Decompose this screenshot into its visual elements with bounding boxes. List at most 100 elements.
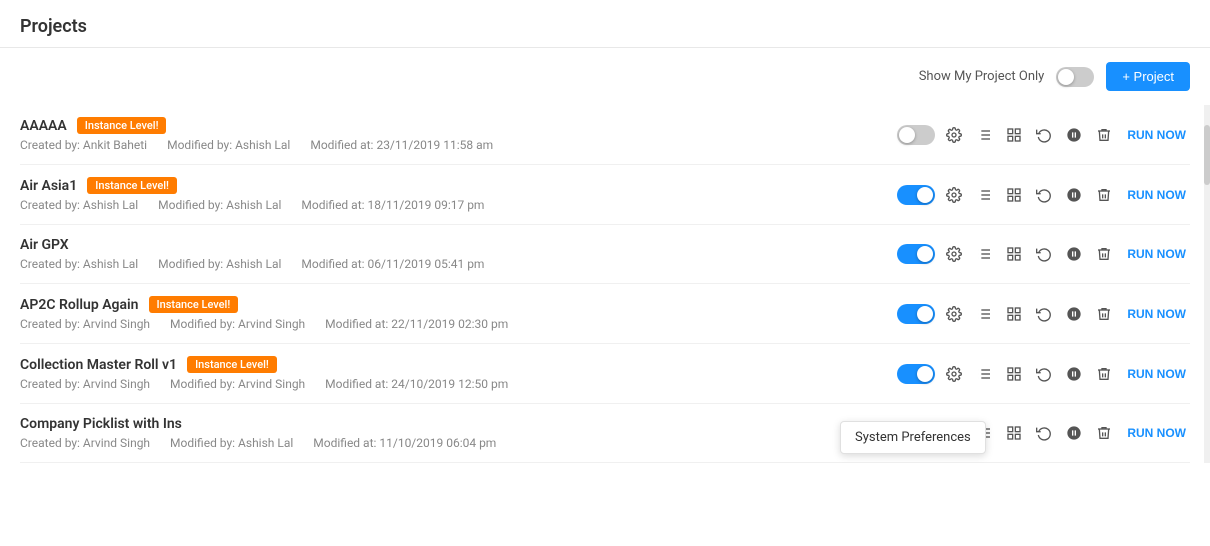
zendesk-icon[interactable] [1063, 243, 1085, 265]
modified-at: Modified at: 24/10/2019 12:50 pm [325, 377, 508, 391]
add-project-button[interactable]: + Project [1106, 62, 1190, 91]
project-info: Company Picklist with Ins Created by: Ar… [20, 416, 897, 450]
project-toggle[interactable] [897, 364, 935, 384]
delete-icon[interactable] [1093, 422, 1115, 444]
settings-icon[interactable] [943, 184, 965, 206]
table-row: AP2C Rollup Again Instance Level! Create… [20, 284, 1190, 344]
toolbar: Show My Project Only + Project [0, 48, 1210, 105]
project-toggle[interactable] [897, 185, 935, 205]
list-icon[interactable] [973, 243, 995, 265]
delete-icon[interactable] [1093, 303, 1115, 325]
list-icon[interactable] [973, 363, 995, 385]
grid-icon[interactable] [1003, 303, 1025, 325]
instance-level-badge: Instance Level! [187, 356, 277, 373]
zendesk-icon[interactable] [1063, 124, 1085, 146]
list-icon[interactable] [973, 184, 995, 206]
created-by: Created by: Ankit Baheti [20, 138, 147, 152]
settings-icon[interactable] [943, 124, 965, 146]
grid-icon[interactable] [1003, 243, 1025, 265]
project-toggle[interactable] [897, 304, 935, 324]
history-icon[interactable] [1033, 124, 1055, 146]
page-title: Projects [20, 16, 87, 37]
list-icon[interactable] [973, 303, 995, 325]
history-icon[interactable] [1033, 303, 1055, 325]
created-by: Created by: Arvind Singh [20, 377, 150, 391]
project-meta: Created by: Arvind Singh Modified by: Ar… [20, 317, 897, 331]
project-actions: RUN NOW [897, 303, 1190, 325]
grid-icon[interactable] [1003, 124, 1025, 146]
project-meta: Created by: Arvind Singh Modified by: Ar… [20, 377, 897, 391]
project-name: Collection Master Roll v1 [20, 357, 177, 373]
project-toggle[interactable] [897, 244, 935, 264]
show-my-project-label: Show My Project Only [919, 69, 1045, 84]
project-info: AP2C Rollup Again Instance Level! Create… [20, 296, 897, 331]
run-now-button[interactable]: RUN NOW [1123, 247, 1190, 261]
project-name-row: AAAAA Instance Level! [20, 117, 897, 134]
modified-by: Modified by: Ashish Lal [158, 257, 281, 271]
project-name-row: AP2C Rollup Again Instance Level! [20, 296, 897, 313]
project-actions: RUN NOW [897, 243, 1190, 265]
tooltip-popup: System Preferences [840, 421, 986, 454]
history-icon[interactable] [1033, 422, 1055, 444]
zendesk-icon[interactable] [1063, 303, 1085, 325]
created-by: Created by: Ashish Lal [20, 257, 138, 271]
project-actions: RUN NOW [897, 124, 1190, 146]
list-icon[interactable] [973, 124, 995, 146]
zendesk-icon[interactable] [1063, 422, 1085, 444]
settings-icon[interactable] [943, 243, 965, 265]
page-header: Projects [0, 0, 1210, 48]
instance-level-badge: Instance Level! [87, 177, 177, 194]
run-now-button[interactable]: RUN NOW [1123, 426, 1190, 440]
table-row: AAAAA Instance Level! Created by: Ankit … [20, 105, 1190, 165]
project-meta: Created by: Ashish Lal Modified by: Ashi… [20, 257, 897, 271]
project-name: Air GPX [20, 237, 69, 253]
delete-icon[interactable] [1093, 363, 1115, 385]
project-meta: Created by: Ashish Lal Modified by: Ashi… [20, 198, 897, 212]
history-icon[interactable] [1033, 363, 1055, 385]
modified-at: Modified at: 18/11/2019 09:17 pm [301, 198, 484, 212]
project-actions: RUN NOW [897, 363, 1190, 385]
delete-icon[interactable] [1093, 124, 1115, 146]
history-icon[interactable] [1033, 243, 1055, 265]
project-name: AP2C Rollup Again [20, 297, 139, 313]
show-my-project-toggle[interactable] [1056, 67, 1094, 87]
zendesk-icon[interactable] [1063, 184, 1085, 206]
scrollbar-thumb[interactable] [1204, 125, 1210, 185]
project-actions: RUN NOW [897, 184, 1190, 206]
delete-icon[interactable] [1093, 184, 1115, 206]
history-icon[interactable] [1033, 184, 1055, 206]
modified-by: Modified by: Ashish Lal [167, 138, 290, 152]
settings-icon[interactable] [943, 363, 965, 385]
project-toggle[interactable] [897, 125, 935, 145]
table-row: Company Picklist with Ins Created by: Ar… [20, 404, 1190, 463]
grid-icon[interactable] [1003, 184, 1025, 206]
zendesk-icon[interactable] [1063, 363, 1085, 385]
project-name-row: Air Asia1 Instance Level! [20, 177, 897, 194]
instance-level-badge: Instance Level! [149, 296, 239, 313]
table-row: Collection Master Roll v1 Instance Level… [20, 344, 1190, 404]
run-now-button[interactable]: RUN NOW [1123, 128, 1190, 142]
project-name: AAAAA [20, 118, 67, 134]
modified-by: Modified by: Arvind Singh [170, 317, 305, 331]
scrollbar-track[interactable] [1204, 105, 1210, 463]
delete-icon[interactable] [1093, 243, 1115, 265]
projects-list: AAAAA Instance Level! Created by: Ankit … [0, 105, 1210, 463]
project-name: Company Picklist with Ins [20, 416, 182, 432]
modified-at: Modified at: 23/11/2019 11:58 am [310, 138, 493, 152]
run-now-button[interactable]: RUN NOW [1123, 188, 1190, 202]
project-name-row: Air GPX [20, 237, 897, 253]
run-now-button[interactable]: RUN NOW [1123, 367, 1190, 381]
table-row: Air Asia1 Instance Level! Created by: As… [20, 165, 1190, 225]
grid-icon[interactable] [1003, 422, 1025, 444]
project-meta: Created by: Arvind Singh Modified by: As… [20, 436, 897, 450]
modified-by: Modified by: Arvind Singh [170, 377, 305, 391]
project-info: AAAAA Instance Level! Created by: Ankit … [20, 117, 897, 152]
created-by: Created by: Ashish Lal [20, 198, 138, 212]
modified-by: Modified by: Ashish Lal [158, 198, 281, 212]
instance-level-badge: Instance Level! [77, 117, 167, 134]
run-now-button[interactable]: RUN NOW [1123, 307, 1190, 321]
modified-at: Modified at: 11/10/2019 06:04 pm [313, 436, 496, 450]
grid-icon[interactable] [1003, 363, 1025, 385]
project-meta: Created by: Ankit Baheti Modified by: As… [20, 138, 897, 152]
settings-icon[interactable] [943, 303, 965, 325]
